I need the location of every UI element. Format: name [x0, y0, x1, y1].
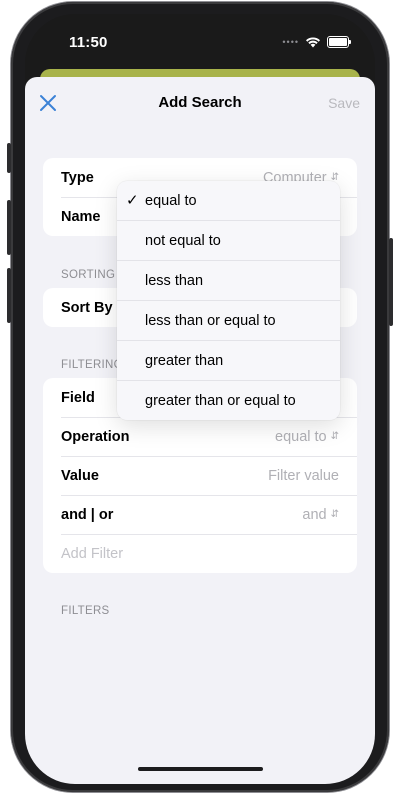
- menu-item-label: not equal to: [145, 233, 221, 249]
- and-or-value: and: [302, 507, 327, 523]
- battery-icon: [327, 36, 351, 48]
- up-down-chevron-icon: ⇵: [330, 431, 339, 442]
- menu-item-greater-than-or-equal-to[interactable]: greater than or equal to: [117, 380, 340, 420]
- wifi-icon: [306, 37, 320, 48]
- menu-item-label: greater than: [145, 353, 224, 369]
- and-or-label: and | or: [61, 507, 114, 523]
- navigation-bar: Add Search Save: [25, 77, 375, 129]
- menu-item-less-than[interactable]: less than: [117, 260, 340, 300]
- filter-value-input[interactable]: Filter value: [268, 468, 339, 484]
- operation-value: equal to: [275, 429, 327, 445]
- volume-down-button: [7, 268, 11, 323]
- operation-label: Operation: [61, 429, 130, 445]
- value-row[interactable]: Value Filter value: [43, 456, 357, 495]
- volume-up-button: [7, 200, 11, 255]
- value-label: Value: [61, 468, 99, 484]
- checkmark-icon: ✓: [126, 192, 139, 209]
- status-bar: 11:50 ••••: [25, 14, 375, 69]
- save-button[interactable]: Save: [328, 95, 360, 111]
- add-filter-row[interactable]: Add Filter: [43, 534, 357, 573]
- menu-item-label: less than or equal to: [145, 313, 276, 329]
- signal-icon: ••••: [282, 37, 299, 47]
- status-icons: ••••: [282, 36, 351, 48]
- field-label: Field: [61, 390, 95, 406]
- operation-menu: ✓ equal to not equal to less than less t…: [117, 181, 340, 420]
- filtering-section-header: FILTERING: [61, 359, 123, 371]
- operation-picker[interactable]: equal to ⇵: [275, 429, 339, 445]
- menu-item-label: equal to: [145, 193, 197, 209]
- home-indicator[interactable]: [138, 767, 263, 771]
- filters-section-header: FILTERS: [61, 605, 110, 617]
- sort-by-label: Sort By: [61, 300, 113, 316]
- action-button: [7, 143, 11, 173]
- power-button: [389, 238, 393, 326]
- menu-item-label: greater than or equal to: [145, 393, 296, 409]
- and-or-picker[interactable]: and ⇵: [302, 507, 339, 523]
- add-search-sheet: Add Search Save Type Computer ⇵ Name SOR…: [25, 77, 375, 784]
- menu-item-label: less than: [145, 273, 204, 289]
- type-label: Type: [61, 170, 94, 186]
- add-filter-button[interactable]: Add Filter: [61, 546, 123, 562]
- name-label: Name: [61, 209, 101, 225]
- menu-item-not-equal-to[interactable]: not equal to: [117, 220, 340, 260]
- menu-item-equal-to[interactable]: ✓ equal to: [117, 181, 340, 220]
- up-down-chevron-icon: ⇵: [330, 509, 339, 520]
- status-time: 11:50: [69, 34, 108, 51]
- menu-item-less-than-or-equal-to[interactable]: less than or equal to: [117, 300, 340, 340]
- operation-row[interactable]: Operation equal to ⇵: [43, 417, 357, 456]
- and-or-row[interactable]: and | or and ⇵: [43, 495, 357, 534]
- menu-item-greater-than[interactable]: greater than: [117, 340, 340, 380]
- phone-screen: 11:50 •••• Add Search Save Type Computer…: [25, 14, 375, 784]
- page-title: Add Search: [158, 94, 242, 111]
